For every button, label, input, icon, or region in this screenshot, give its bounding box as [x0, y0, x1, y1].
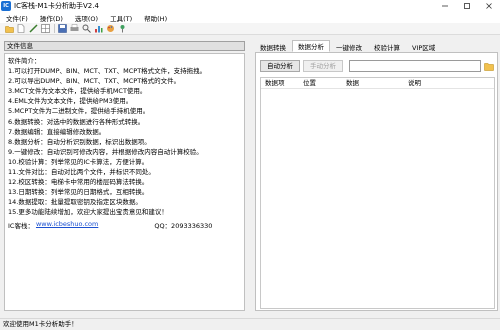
tab-one-click-edit[interactable]: 一键修改: [330, 42, 368, 52]
title-bar: IC IC客栈-M1卡分析助手V2.4: [0, 0, 500, 12]
analysis-toolbar: 自动分析 手动分析: [260, 59, 496, 73]
intro-line: 3.MCT文件为文本文件，提供给手机MCT使用。: [8, 87, 147, 96]
maximize-button[interactable]: [456, 0, 478, 12]
app-logo-icon: IC: [1, 1, 11, 11]
intro-line: 8.数据分析：自动分析识别数据，标识出数据项。: [8, 137, 151, 146]
intro-line: 12.校区转换：电梯卡中常用的楼层码算法转换。: [8, 178, 149, 187]
edit-pen-icon[interactable]: [28, 24, 38, 34]
app-window: IC IC客栈-M1卡分析助手V2.4 文件(F) 操作(D) 选项(O) 工具…: [0, 0, 500, 330]
intro-line: 14.数据提取：批量提取密钥及指定区块数据。: [8, 198, 142, 207]
intro-line: 软件简介：: [8, 57, 41, 65]
intro-line: 1.可以打开DUMP、BIN、MCT、TXT、MCPT格式文件，支持拖拽。: [8, 67, 207, 76]
chart-icon[interactable]: [93, 24, 103, 34]
website-link[interactable]: www.icbeshuo.com: [36, 220, 98, 230]
file-info-panel: 文件信息 软件简介： 1.可以打开DUMP、BIN、MCT、TXT、MCPT格式…: [4, 41, 245, 311]
close-icon: [486, 3, 492, 9]
intro-line: 7.数据编辑：直接编辑修改数据。: [8, 127, 106, 136]
table-header: 数据项 位置 数据 说明: [261, 78, 494, 89]
window-title: IC客栈-M1卡分析助手V2.4: [14, 2, 99, 10]
tab-data-analysis[interactable]: 数据分析: [292, 40, 330, 52]
status-bar: 欢迎使用M1卡分析助手！: [0, 318, 500, 330]
open-folder-icon[interactable]: [4, 24, 14, 34]
file-info-header: 文件信息: [4, 41, 245, 51]
data-analysis-tab-content: 自动分析 手动分析 数据项 位置 数据 说明: [255, 52, 498, 311]
tab-bar: 数据转换 数据分析 一键修改 校验计算 VIP区域: [254, 40, 498, 52]
menu-tools[interactable]: 工具(T): [104, 13, 138, 23]
intro-line: 2.可以导出DUMP、BIN、MCT、TXT、MCPT格式的文件。: [8, 77, 181, 86]
pin-icon[interactable]: [117, 24, 127, 34]
auto-analyze-button[interactable]: 自动分析: [260, 60, 300, 72]
intro-line: 6.数据转换：对选中的数据进行各种形式转换。: [8, 117, 145, 126]
browse-button[interactable]: [483, 60, 495, 72]
tab-checksum[interactable]: 校验计算: [368, 42, 406, 52]
palette-icon[interactable]: [105, 24, 115, 34]
save-icon[interactable]: [57, 24, 67, 34]
print-icon[interactable]: [69, 24, 79, 34]
qq-number: QQ：2093336330: [154, 222, 213, 230]
search-icon[interactable]: [81, 24, 91, 34]
menu-operation[interactable]: 操作(D): [34, 13, 69, 23]
intro-line: 9.一键修改：自动识别可修改内容，并根据修改内容自动计算校验。: [8, 147, 203, 156]
menu-options[interactable]: 选项(O): [69, 13, 104, 23]
new-file-icon[interactable]: [16, 24, 26, 34]
toolbar-separator: [54, 24, 55, 33]
manual-analyze-button[interactable]: 手动分析: [303, 60, 343, 72]
analysis-result-table[interactable]: 数据项 位置 数据 说明: [260, 77, 495, 309]
menu-bar: 文件(F) 操作(D) 选项(O) 工具(T) 帮助(H): [0, 12, 500, 23]
column-header-data[interactable]: 数据: [342, 78, 404, 88]
column-header-item[interactable]: 数据项: [261, 78, 299, 88]
menu-help[interactable]: 帮助(H): [138, 13, 173, 23]
site-label: IC客栈：: [8, 222, 34, 230]
close-button[interactable]: [478, 0, 500, 12]
folder-icon: [484, 62, 494, 71]
intro-line: 5.MCPT文件为二进制文件，提供给手持机使用。: [8, 107, 150, 116]
intro-line: 13.日期转换：列举常见的日期格式，互相转换。: [8, 188, 149, 197]
menu-file[interactable]: 文件(F): [0, 13, 34, 23]
column-header-description[interactable]: 说明: [404, 78, 464, 88]
minimize-icon: [442, 5, 448, 7]
grid-icon[interactable]: [40, 24, 50, 34]
minimize-button[interactable]: [434, 0, 456, 12]
intro-line: 15.更多功能陆续增加，欢迎大家提出宝贵意见和建议！: [8, 208, 168, 217]
column-header-position[interactable]: 位置: [299, 78, 342, 88]
contact-info: IC客栈： www.icbeshuo.com QQ：2093336330: [8, 220, 212, 230]
window-controls: [434, 0, 500, 12]
file-info-text[interactable]: 软件简介： 1.可以打开DUMP、BIN、MCT、TXT、MCPT格式文件，支持…: [4, 53, 245, 311]
toolbar: [0, 23, 500, 35]
intro-line: 11.文件对比：自动对比两个文件，并标识不同处。: [8, 168, 155, 177]
tab-vip-area[interactable]: VIP区域: [406, 42, 441, 52]
search-input[interactable]: [349, 60, 481, 72]
tab-data-convert[interactable]: 数据转换: [254, 42, 292, 52]
maximize-icon: [464, 3, 470, 9]
intro-line: 4.EML文件为文本文件，提供给PM3使用。: [8, 97, 133, 106]
intro-line: 10.校验计算：列举常见的IC卡算法，方便计算。: [8, 157, 149, 166]
tools-panel: 数据转换 数据分析 一键修改 校验计算 VIP区域 自动分析 手动分析 数据项 …: [254, 40, 498, 312]
